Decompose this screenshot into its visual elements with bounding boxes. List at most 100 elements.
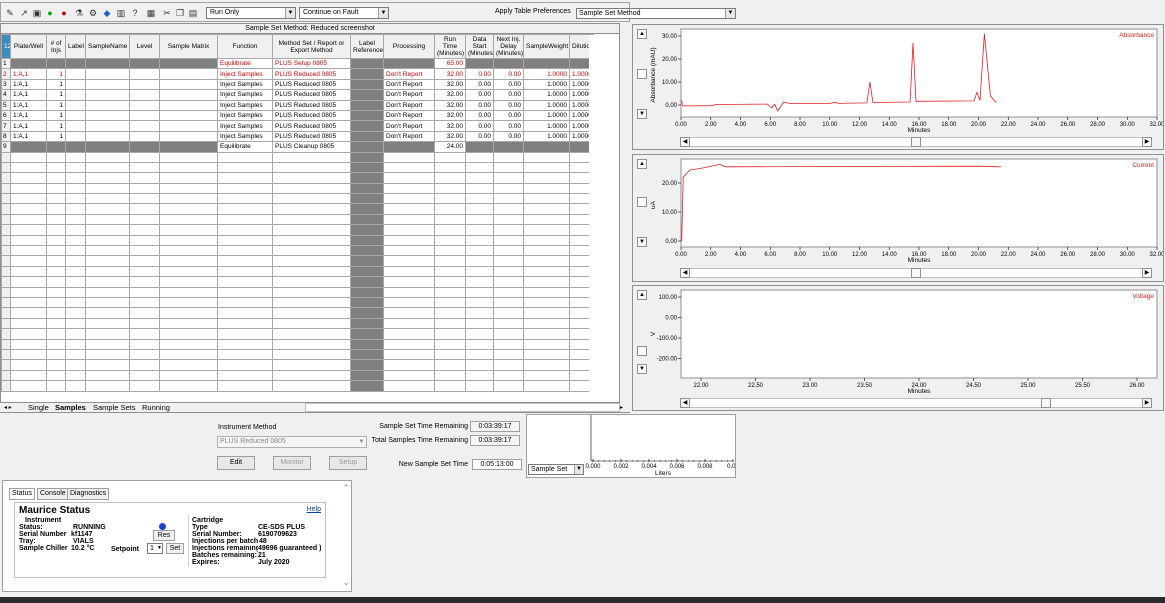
empty-cell[interactable] (129, 203, 160, 215)
table-cell[interactable]: 1.0000 (523, 78, 570, 91)
table-cell[interactable]: 1 (46, 89, 66, 101)
empty-cell[interactable] (493, 203, 524, 215)
table-cell[interactable] (159, 78, 218, 91)
empty-cell[interactable] (523, 276, 570, 288)
column-header[interactable]: Plate/Well (10, 34, 47, 59)
table-cell[interactable] (350, 68, 384, 80)
empty-cell[interactable] (217, 369, 273, 382)
chevron-down-icon[interactable]: ▼ (637, 109, 647, 119)
empty-cell[interactable] (159, 286, 218, 299)
empty-cell[interactable] (493, 193, 524, 205)
empty-cell[interactable] (350, 317, 384, 330)
start-icon[interactable]: ● (44, 6, 56, 18)
empty-cell[interactable] (272, 359, 351, 371)
empty-cell[interactable] (65, 317, 86, 330)
table-cell[interactable]: 1.0000 (523, 89, 570, 101)
empty-row[interactable] (1, 203, 594, 215)
empty-cell[interactable] (350, 296, 384, 309)
empty-row[interactable] (1, 380, 594, 392)
empty-cell[interactable] (434, 286, 466, 299)
empty-cell[interactable] (85, 276, 130, 288)
empty-cell[interactable] (1, 338, 11, 350)
empty-cell[interactable] (1, 317, 11, 330)
empty-cell[interactable] (85, 213, 130, 226)
empty-cell[interactable] (434, 338, 466, 350)
table-cell[interactable] (493, 57, 524, 70)
empty-row[interactable] (1, 348, 594, 361)
empty-row[interactable] (1, 296, 594, 309)
empty-row[interactable] (1, 193, 594, 205)
empty-cell[interactable] (434, 234, 466, 247)
empty-cell[interactable] (272, 338, 351, 350)
empty-cell[interactable] (10, 234, 47, 247)
empty-cell[interactable] (383, 317, 435, 330)
table-cell[interactable] (85, 78, 130, 91)
empty-cell[interactable] (350, 307, 384, 319)
empty-cell[interactable] (65, 307, 86, 319)
empty-cell[interactable] (217, 359, 273, 371)
empty-cell[interactable] (272, 276, 351, 288)
empty-cell[interactable] (350, 328, 384, 340)
table-cell[interactable] (85, 89, 130, 101)
empty-cell[interactable] (10, 276, 47, 288)
table-cell[interactable]: 32.00 (434, 89, 466, 101)
empty-cell[interactable] (46, 276, 66, 288)
empty-cell[interactable] (65, 359, 86, 371)
chevron-right-icon[interactable]: ▸ (620, 403, 623, 413)
empty-cell[interactable] (85, 348, 130, 361)
table-cell[interactable]: PLUS Cleanup 0805 (272, 141, 351, 153)
empty-cell[interactable] (159, 380, 218, 392)
fault-mode-dropdown[interactable]: Continue on Fault ▼ (299, 7, 389, 19)
table-cell[interactable]: 32.00 (434, 78, 466, 91)
empty-cell[interactable] (129, 151, 160, 163)
edit-button[interactable]: Edit (217, 456, 255, 470)
copy-icon[interactable]: ❐ (174, 6, 186, 18)
empty-cell[interactable] (85, 245, 130, 257)
empty-cell[interactable] (493, 224, 524, 236)
empty-cell[interactable] (272, 317, 351, 330)
empty-cell[interactable] (217, 245, 273, 257)
row-number[interactable]: 8 (1, 130, 11, 143)
empty-cell[interactable] (85, 317, 130, 330)
empty-cell[interactable] (493, 286, 524, 299)
empty-cell[interactable] (523, 359, 570, 371)
table-cell[interactable] (159, 89, 218, 101)
table-cell[interactable]: Inject Samples (217, 120, 273, 132)
empty-cell[interactable] (159, 151, 218, 163)
empty-cell[interactable] (10, 348, 47, 361)
empty-cell[interactable] (129, 286, 160, 299)
table-cell[interactable]: Inject Samples (217, 99, 273, 111)
empty-cell[interactable] (65, 286, 86, 299)
empty-cell[interactable] (10, 161, 47, 174)
column-header[interactable]: Method Set / Report or Export Method (272, 34, 351, 59)
table-cell[interactable] (65, 120, 86, 132)
empty-cell[interactable] (523, 203, 570, 215)
table-cell[interactable] (10, 57, 47, 70)
chevron-right-icon[interactable]: ▶ (1142, 137, 1152, 147)
empty-cell[interactable] (217, 234, 273, 247)
empty-cell[interactable] (1, 172, 11, 184)
empty-cell[interactable] (46, 307, 66, 319)
empty-cell[interactable] (129, 317, 160, 330)
empty-cell[interactable] (523, 255, 570, 267)
empty-cell[interactable] (85, 172, 130, 184)
table-cell[interactable]: 0.00 (493, 89, 524, 101)
empty-cell[interactable] (65, 265, 86, 278)
table-cell[interactable] (129, 109, 160, 122)
empty-cell[interactable] (272, 296, 351, 309)
table-cell[interactable]: 32.00 (434, 99, 466, 111)
empty-cell[interactable] (1, 328, 11, 340)
empty-cell[interactable] (1, 286, 11, 299)
empty-cell[interactable] (217, 296, 273, 309)
empty-row[interactable] (1, 182, 594, 195)
table-cell[interactable]: Don't Report (383, 99, 435, 111)
row-number[interactable]: 7 (1, 120, 11, 132)
table-cell[interactable]: 1 (46, 78, 66, 91)
empty-cell[interactable] (10, 296, 47, 309)
empty-cell[interactable] (65, 203, 86, 215)
empty-cell[interactable] (523, 172, 570, 184)
tool-icon[interactable]: ⚙ (87, 6, 99, 18)
row-number[interactable]: 6 (1, 109, 11, 122)
empty-cell[interactable] (523, 328, 570, 340)
empty-cell[interactable] (46, 359, 66, 371)
